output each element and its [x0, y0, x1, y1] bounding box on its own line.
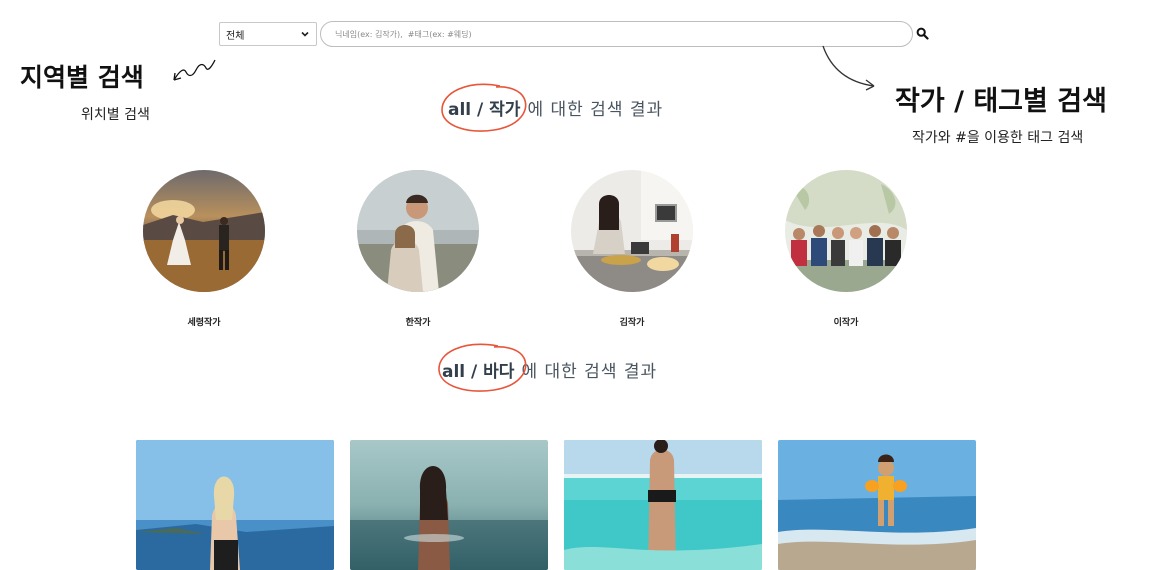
- artist-photo: [357, 170, 479, 292]
- artist-card[interactable]: 김작가: [571, 170, 693, 328]
- place-results-heading: all / 바다 에 대한 검색 결과: [442, 357, 657, 382]
- artist-tag-search-annotation-title: 작가 / 태그별 검색: [895, 86, 1107, 117]
- artist-card[interactable]: 이작가: [785, 170, 907, 328]
- artist-photo: [143, 170, 265, 292]
- artist-name: 세령작가: [187, 318, 221, 328]
- place-results-suffix: 에 대한 검색 결과: [521, 362, 658, 382]
- artist-name: 한작가: [405, 318, 431, 328]
- artist-tag-search-annotation-sub: 작가와 #을 이용한 태그 검색: [912, 130, 1084, 146]
- squiggle-arrow-icon: [173, 59, 216, 81]
- place-results-keyword: all / 바다: [442, 362, 515, 382]
- artist-results-suffix: 에 대한 검색 결과: [527, 100, 664, 120]
- artist-results-heading: all / 작가 에 대한 검색 결과: [448, 95, 663, 120]
- region-search-annotation-sub: 위치별 검색: [81, 107, 150, 123]
- artist-photo: [571, 170, 693, 292]
- artist-name: 이작가: [833, 318, 859, 328]
- region-select[interactable]: 전체: [219, 22, 317, 46]
- artist-photo: [785, 170, 907, 292]
- place-photo: [564, 440, 762, 570]
- chevron-down-icon: [301, 31, 309, 37]
- region-search-annotation-title: 지역별 검색: [20, 63, 144, 92]
- place-photo: [350, 440, 548, 570]
- place-photo: [136, 440, 334, 570]
- search-icon[interactable]: [916, 27, 929, 40]
- place-photo-card[interactable]: [136, 440, 334, 570]
- artist-name: 김작가: [619, 318, 645, 328]
- place-photo-card[interactable]: [350, 440, 548, 570]
- place-photo: [778, 440, 976, 570]
- curved-arrow-icon: [822, 45, 875, 91]
- artist-card[interactable]: 세령작가: [143, 170, 265, 328]
- place-photo-card[interactable]: [564, 440, 762, 570]
- place-photo-card[interactable]: [778, 440, 976, 570]
- artist-results-keyword: all / 작가: [448, 100, 521, 120]
- artist-card[interactable]: 한작가: [357, 170, 479, 328]
- region-select-value: 전체: [226, 30, 245, 42]
